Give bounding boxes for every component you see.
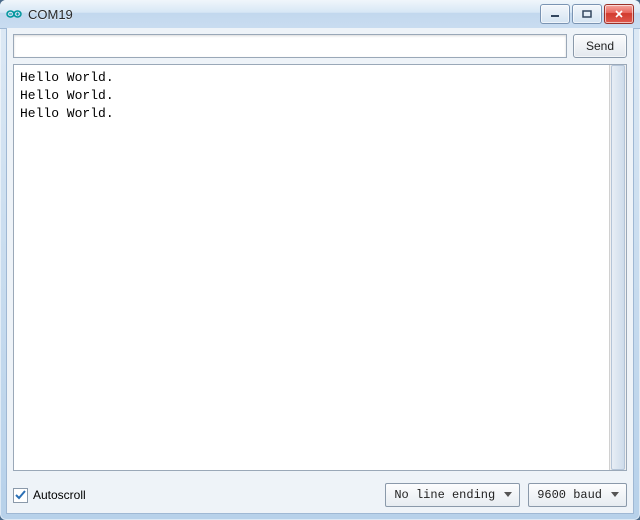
close-icon [614,10,624,18]
console-area: Hello World. Hello World. Hello World. [13,64,627,471]
chevron-down-icon [608,488,622,502]
window-title: COM19 [28,7,540,22]
console-output[interactable]: Hello World. Hello World. Hello World. [14,65,610,470]
autoscroll-checkbox[interactable]: Autoscroll [13,488,86,503]
close-button[interactable] [604,4,634,24]
client-area: Send Hello World. Hello World. Hello Wor… [6,28,634,514]
check-icon [15,490,26,501]
arduino-icon [6,6,22,22]
send-input-wrap[interactable] [13,34,567,58]
baud-rate-select[interactable]: 9600 baud [528,483,627,507]
scroll-thumb[interactable] [611,65,625,470]
status-row: Autoscroll No line ending 9600 baud [7,477,633,513]
minimize-button[interactable] [540,4,570,24]
chevron-down-icon [501,488,515,502]
window-controls [540,4,634,24]
titlebar[interactable]: COM19 [0,0,640,29]
checkbox-box [13,488,28,503]
maximize-button[interactable] [572,4,602,24]
send-row: Send [7,28,633,64]
send-input[interactable] [18,36,562,56]
minimize-icon [550,10,560,18]
line-ending-select[interactable]: No line ending [385,483,520,507]
send-button[interactable]: Send [573,34,627,58]
line-ending-value: No line ending [394,488,495,502]
autoscroll-label: Autoscroll [33,488,86,502]
baud-rate-value: 9600 baud [537,488,602,502]
serial-monitor-window: COM19 Send Hello World. Hello W [0,0,640,520]
vertical-scrollbar[interactable] [609,65,626,470]
maximize-icon [582,10,592,18]
